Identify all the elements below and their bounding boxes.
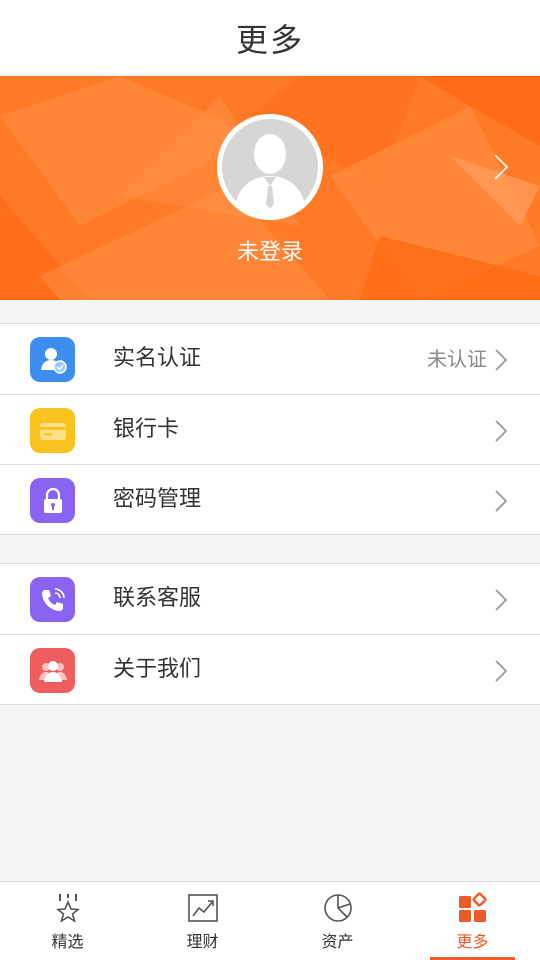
phone-icon: [30, 577, 75, 622]
menu-label: 密码管理: [113, 487, 202, 512]
chevron-right-icon: [495, 420, 508, 442]
account-menu-group: 实名认证 未认证 银行卡 密码管理: [0, 323, 540, 535]
menu-item-bank-card[interactable]: 银行卡: [0, 394, 540, 464]
tab-label: 资产: [321, 932, 354, 951]
menu-label: 实名认证: [113, 346, 202, 371]
chevron-right-icon[interactable]: [492, 152, 510, 182]
menu-item-customer-service[interactable]: 联系客服: [0, 564, 540, 634]
tab-label: 更多: [456, 932, 489, 951]
lock-icon: [30, 478, 75, 523]
tab-featured[interactable]: 精选: [0, 882, 135, 960]
chevron-right-icon: [495, 660, 508, 682]
menu-item-about-us[interactable]: 关于我们: [0, 634, 540, 704]
tab-label: 理财: [186, 932, 219, 951]
default-avatar-icon: [217, 114, 323, 220]
profile-banner[interactable]: 未登录: [0, 76, 540, 300]
page-title: 更多: [235, 20, 304, 59]
menu-label: 银行卡: [113, 417, 180, 442]
tab-wealth[interactable]: 理财: [135, 882, 270, 960]
menu-label: 关于我们: [113, 657, 202, 682]
id-verify-icon: [30, 337, 75, 382]
verification-status: 未认证: [427, 347, 487, 371]
service-menu-group: 联系客服 关于我们: [0, 563, 540, 705]
bank-card-icon: [30, 408, 75, 453]
trend-chart-icon: [187, 894, 218, 922]
avatar[interactable]: [217, 114, 323, 220]
chevron-right-icon: [495, 349, 508, 371]
star-icon: [55, 894, 80, 923]
more-grid-icon: [458, 892, 487, 922]
chevron-right-icon: [495, 589, 508, 611]
tab-label: 精选: [51, 932, 84, 951]
pie-chart-icon: [323, 894, 352, 922]
tab-more[interactable]: 更多: [405, 882, 540, 960]
bottom-tab-bar: 精选 理财 资产 更多: [0, 881, 540, 960]
login-status-text: 未登录: [236, 240, 303, 265]
menu-item-password-management[interactable]: 密码管理: [0, 464, 540, 534]
people-icon: [30, 648, 75, 693]
chevron-right-icon: [495, 490, 508, 512]
tab-assets[interactable]: 资产: [270, 882, 405, 960]
menu-label: 联系客服: [113, 586, 202, 611]
top-header: 更多: [0, 0, 540, 76]
menu-item-real-name-verification[interactable]: 实名认证 未认证: [0, 324, 540, 394]
